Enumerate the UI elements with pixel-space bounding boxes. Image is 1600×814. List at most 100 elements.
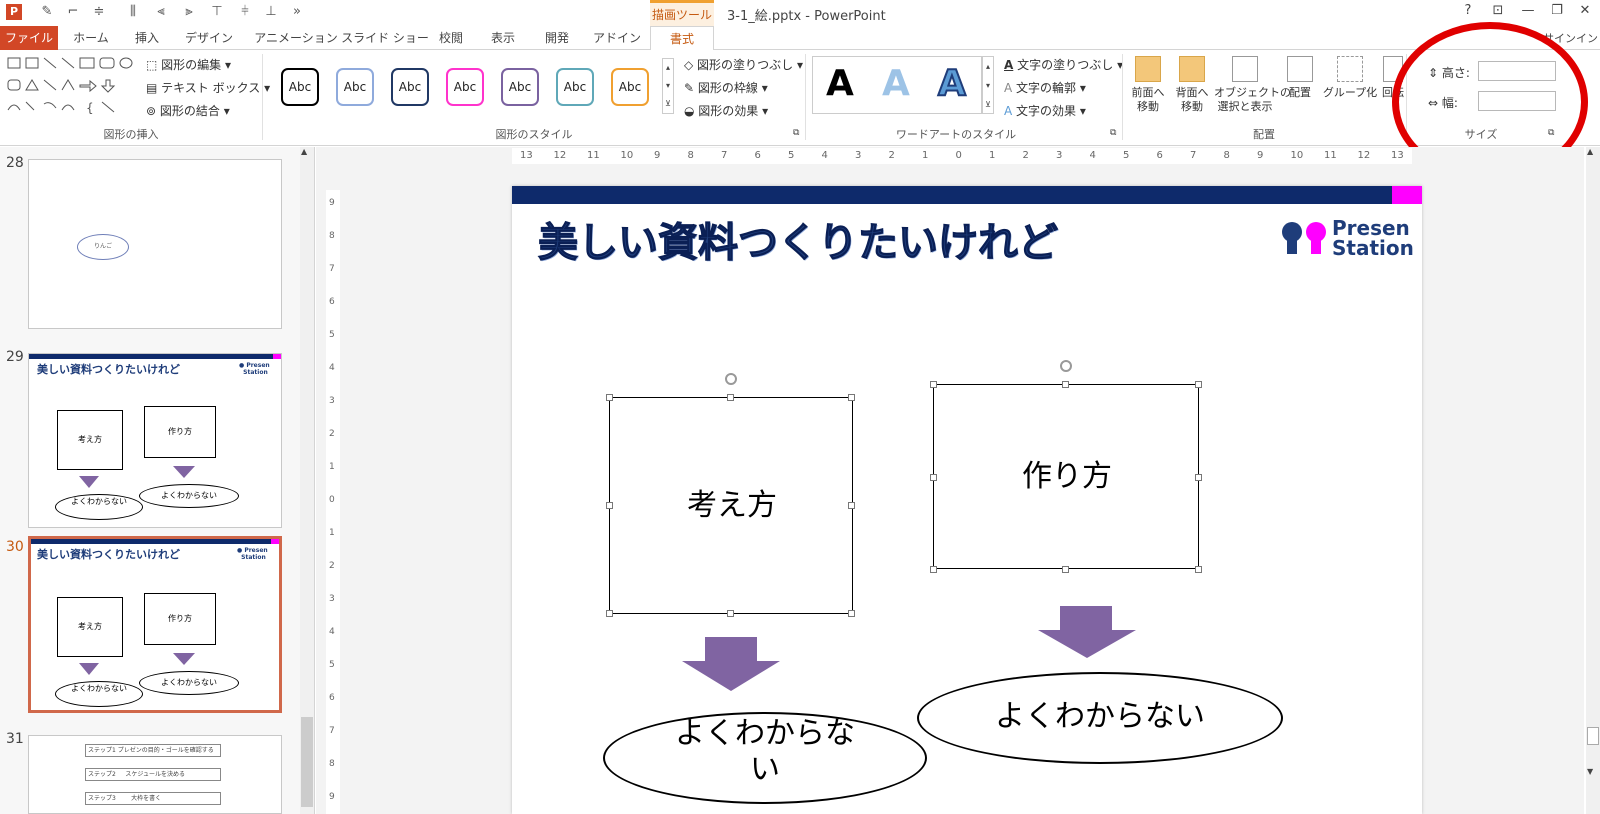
ruler-tick-label: 5 [788,150,795,161]
shape-style-swatch[interactable]: Abc [281,68,319,106]
resize-handle[interactable] [1195,381,1202,388]
oval-unclear-1[interactable]: よくわからな い [603,712,927,804]
shape-style-swatch[interactable]: Abc [391,68,429,106]
resize-handle[interactable] [930,381,937,388]
align-top-icon[interactable]: ⊤ [208,3,226,21]
merge-shapes-button[interactable]: ⊚ 図形の結合 ▾ [146,102,230,119]
selection-pane-button[interactable]: オブジェクトの 選択と表示 [1214,56,1291,114]
tab-addins[interactable]: アドイン [592,26,642,50]
close-icon[interactable]: ✕ [1574,3,1596,18]
text-box-button[interactable]: ▤ テキスト ボックス ▾ [146,79,270,96]
connector-icon[interactable]: ⌐ [64,3,82,21]
shape-effects-label: 図形の効果 [698,104,759,118]
resize-handle[interactable] [848,394,855,401]
shape-effects-button[interactable]: ◒ 図形の効果 ▾ [684,102,768,119]
align-bottom-icon[interactable]: ⊥ [262,3,280,21]
tab-insert[interactable]: 挿入 [124,26,170,50]
slide-thumbnail-30[interactable]: 美しい資料つくりたいけれど ● Presen Station 考え方 作り方 よ… [28,536,282,713]
shape-style-swatch[interactable]: Abc [556,68,594,106]
tab-developer[interactable]: 開発 [538,26,576,50]
editor-scrollbar[interactable]: ▲ ▼ [1586,147,1600,814]
resize-handle[interactable] [848,502,855,509]
scrollbar-thumb[interactable] [1587,727,1599,745]
wordart-style-outlined[interactable]: A [937,63,967,105]
slide-thumbnail-28[interactable]: りんご [28,159,282,329]
resize-handle[interactable] [848,610,855,617]
align-middle-icon[interactable]: ⫩ [236,3,254,21]
more-commands-icon[interactable]: » [288,3,306,21]
text-effects-button[interactable]: A 文字の効果 ▾ [1004,102,1086,119]
tab-slideshow[interactable]: スライド ショー [340,26,430,50]
ruler-tick-label: 5 [329,660,335,670]
slide-thumbnail-29[interactable]: 美しい資料つくりたいけれど ● Presen Station 考え方 作り方 よ… [28,353,282,528]
resize-handle[interactable] [606,394,613,401]
shapes-gallery-icon[interactable]: { [6,56,134,118]
shape-style-swatch[interactable]: Abc [501,68,539,106]
resize-handle[interactable] [1195,474,1202,481]
send-backward-button[interactable]: 背面へ 移動 [1172,56,1212,114]
scroll-down-icon[interactable]: ▼ [1587,767,1593,776]
text-outline-button[interactable]: A 文字の輪郭 ▾ [1004,79,1086,96]
tab-review[interactable]: 校閲 [432,26,470,50]
dialog-launcher-icon[interactable]: ⧉ [793,128,799,138]
wordart-style-light[interactable]: A [882,64,910,104]
shape-style-swatch[interactable]: Abc [446,68,484,106]
logo-line2: Station [1332,236,1414,260]
align-right-icon[interactable]: ⫸ [180,3,198,21]
resize-handle[interactable] [1062,381,1069,388]
slide-title[interactable]: 美しい資料つくりたいけれど [538,210,1059,268]
brush-icon[interactable]: ✎ [38,3,56,21]
thumbnail-scrollbar[interactable]: ▲ [300,147,314,814]
wordart-style-plain[interactable]: A [826,64,854,104]
resize-handle[interactable] [1195,566,1202,573]
slide-canvas[interactable]: 美しい資料つくりたいけれど Presen Station 考え方 作り方 よくわか… [512,186,1422,814]
tab-view[interactable]: 表示 [484,26,522,50]
resize-handle[interactable] [1062,566,1069,573]
shape-fill-button[interactable]: ◇ 図形の塗りつぶし ▾ [684,56,803,73]
shapes-gallery[interactable]: { [6,56,134,118]
shape-style-swatch[interactable]: Abc [611,68,649,106]
edit-shape-button[interactable]: ⬚ 図形の編集 ▾ [146,56,231,73]
resize-handle[interactable] [606,502,613,509]
resize-handle[interactable] [727,394,734,401]
tab-home[interactable]: ホーム [66,26,116,50]
ribbon-display-icon[interactable]: ⊡ [1487,3,1509,18]
tab-format[interactable]: 書式 [650,26,714,51]
ruler-tick-label: 1 [329,462,335,472]
rotate-handle-icon[interactable] [1060,360,1072,372]
oval-unclear-2[interactable]: よくわからない [917,672,1283,764]
ruler-tick-label: 3 [329,594,335,604]
slide-thumbnail-31[interactable]: ステップ1 プレゼンの目的・ゴールを確認する ステップ2 スケジュールを決める … [28,735,282,814]
distribute-icon[interactable]: ⫼ [124,3,142,21]
resize-handle[interactable] [727,610,734,617]
down-arrow-shape[interactable] [1060,606,1112,630]
resize-handle[interactable] [930,474,937,481]
scroll-up-icon[interactable]: ▲ [1587,147,1593,156]
rotate-handle-icon[interactable] [725,373,737,385]
scroll-up-icon[interactable]: ▲ [301,147,307,156]
align-center-icon[interactable]: ≑ [90,3,108,21]
shape-outline-button[interactable]: ✎ 図形の枠線 ▾ [684,79,768,96]
bring-forward-button[interactable]: 前面へ 移動 [1128,56,1168,114]
shape-style-gallery-scroll[interactable]: ▴ ▾ ⊻ [662,58,674,114]
resize-handle[interactable] [930,566,937,573]
align-left-icon[interactable]: ⫷ [152,3,170,21]
scrollbar-thumb[interactable] [301,717,313,807]
restore-icon[interactable]: ❐ [1546,3,1568,18]
shape-box-making[interactable]: 作り方 [933,384,1199,569]
shape-style-swatch[interactable]: Abc [336,68,374,106]
minimize-icon[interactable]: — [1517,3,1539,18]
group-button[interactable]: グループ化 [1322,56,1378,100]
tab-animations[interactable]: アニメーション [248,26,344,50]
dialog-launcher-icon[interactable]: ⧉ [1110,128,1116,138]
wordart-gallery-scroll[interactable]: ▴ ▾ ⊻ [982,56,994,114]
tab-file[interactable]: ファイル [0,26,58,50]
shape-box-thinking[interactable]: 考え方 [609,397,853,614]
ruler-tick-label: 12 [553,150,567,161]
down-arrow-shape[interactable] [705,637,757,661]
align-button[interactable]: 配置 [1284,56,1316,100]
help-button[interactable]: ? [1457,3,1479,18]
tab-design[interactable]: デザイン [178,26,240,50]
text-fill-button[interactable]: A 文字の塗りつぶし ▾ [1004,56,1123,73]
resize-handle[interactable] [606,610,613,617]
